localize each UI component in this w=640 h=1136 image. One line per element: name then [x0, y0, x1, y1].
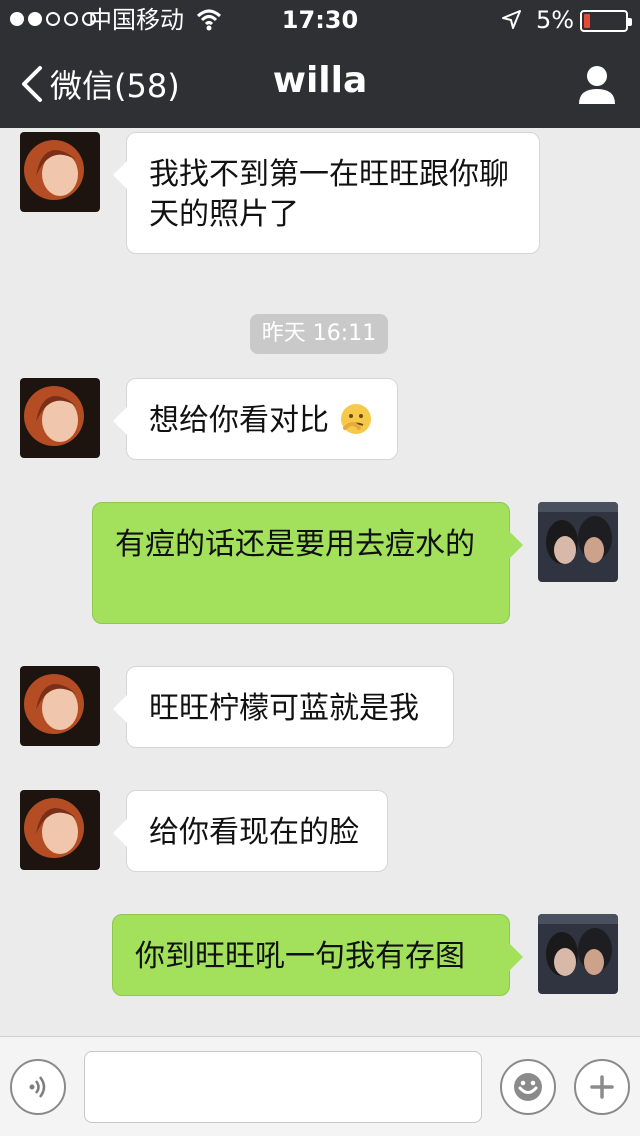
plus-icon [590, 1075, 614, 1099]
wechat-chat-screen: 中国移动 17:30 5% 微信(58) willa 我找不到第一在旺旺跟你聊天… [0, 0, 640, 1136]
person-icon[interactable] [572, 60, 622, 110]
battery-fill [584, 14, 590, 28]
outgoing-message[interactable]: 你到旺旺吼一句我有存图 [112, 914, 523, 996]
message-text: 想给你看对比 [149, 403, 329, 438]
smiley-icon [514, 1073, 542, 1101]
battery-percent: 5% [536, 6, 575, 34]
top-bar: 中国移动 17:30 5% 微信(58) willa [0, 0, 640, 128]
incoming-message[interactable]: 给你看现在的脸 [113, 790, 388, 872]
message-text: 有痘的话还是要用去痘水的 [115, 527, 475, 562]
message-text: 旺旺柠檬可蓝就是我 [149, 691, 419, 726]
add-more-button[interactable] [574, 1059, 630, 1115]
timestamp-badge: 昨天 16:11 [250, 314, 388, 354]
location-arrow-icon [502, 10, 521, 29]
sound-wave-icon [29, 1076, 46, 1098]
input-bar [0, 1036, 640, 1136]
voice-input-button[interactable] [10, 1059, 66, 1115]
incoming-message[interactable]: 旺旺柠檬可蓝就是我 [113, 666, 454, 748]
battery-icon [580, 10, 632, 32]
emoji-button[interactable] [500, 1059, 556, 1115]
outgoing-message[interactable]: 有痘的话还是要用去痘水的 [92, 502, 523, 624]
nav-bar: 微信(58) willa [0, 40, 640, 128]
message-text: 你到旺旺吼一句我有存图 [135, 939, 465, 974]
message-input[interactable] [84, 1051, 482, 1123]
message-list: 我找不到第一在旺旺跟你聊天的照片了 昨天 16:11 想给你看对比 有痘的话还是… [0, 128, 640, 1036]
contact-avatar[interactable] [20, 132, 100, 212]
my-avatar[interactable] [538, 914, 618, 994]
status-bar: 中国移动 17:30 5% [0, 0, 640, 40]
contact-avatar[interactable] [20, 790, 100, 870]
my-avatar[interactable] [538, 502, 618, 582]
incoming-message[interactable]: 想给你看对比 [113, 378, 398, 460]
incoming-message[interactable]: 我找不到第一在旺旺跟你聊天的照片了 [113, 132, 540, 254]
contact-avatar[interactable] [20, 378, 100, 458]
chat-title: willa [272, 60, 368, 101]
contact-avatar[interactable] [20, 666, 100, 746]
message-text: 给你看现在的脸 [149, 815, 359, 850]
thinking-face-emoji [340, 404, 371, 434]
message-text: 我找不到第一在旺旺跟你聊天的照片了 [149, 157, 509, 232]
